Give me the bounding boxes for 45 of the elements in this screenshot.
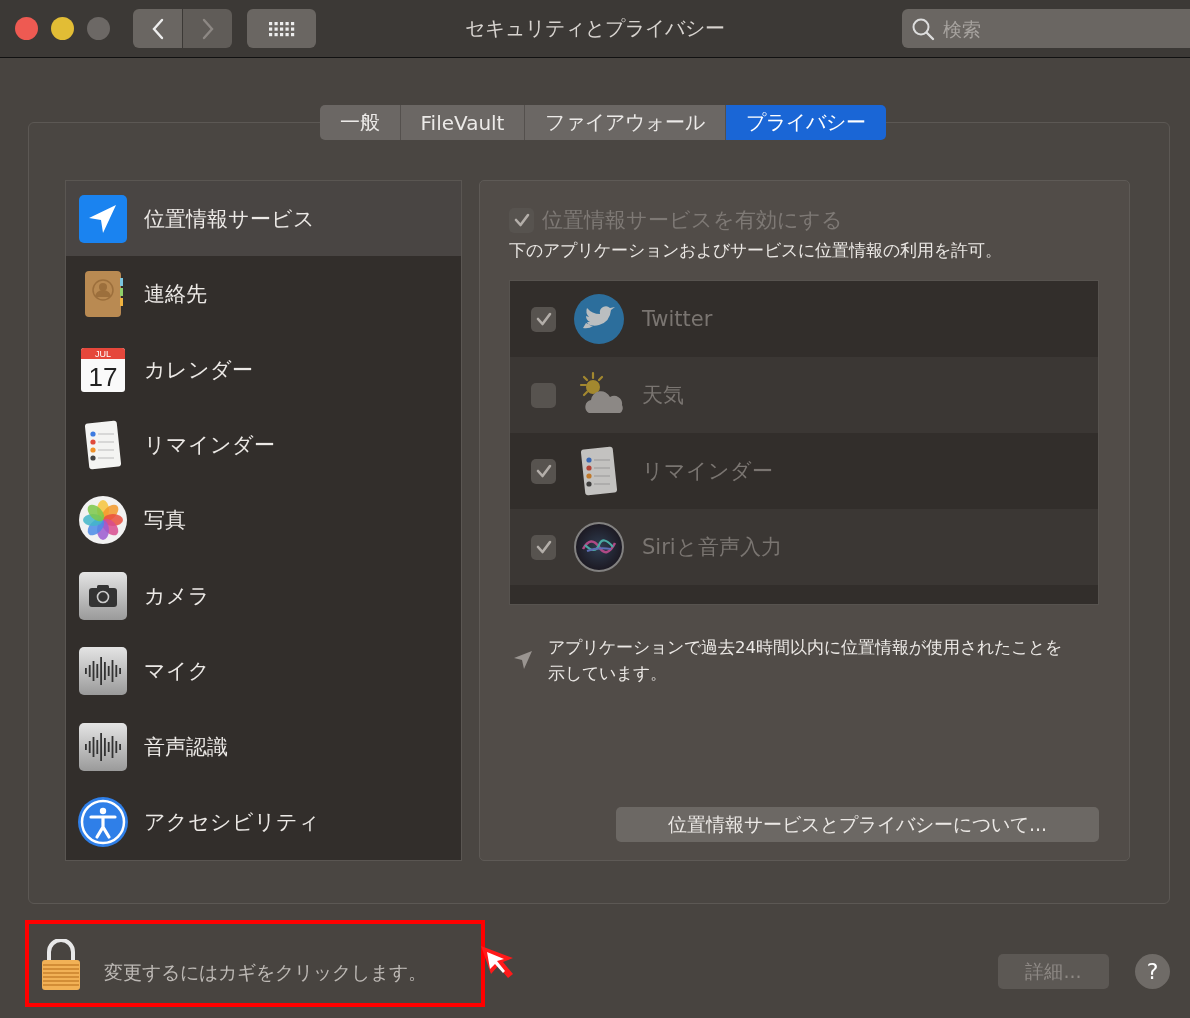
- chevron-left-icon: [150, 17, 165, 40]
- back-button[interactable]: [133, 9, 182, 48]
- app-name: Twitter: [642, 307, 713, 331]
- sidebar-item[interactable]: マイク: [66, 633, 461, 710]
- location-arrow-icon: [512, 649, 534, 671]
- flower-icon: [77, 494, 129, 547]
- tab[interactable]: プライバシー: [726, 105, 887, 140]
- padlock-icon: [40, 939, 82, 991]
- lock-instruction-text: 変更するにはカギをクリックします。: [104, 960, 427, 985]
- tab[interactable]: ファイアウォール: [525, 105, 727, 140]
- note-text: アプリケーションで過去24時間以内に位置情報が使用されたことを示しています。: [548, 637, 1063, 685]
- app-name: 天気: [642, 382, 684, 409]
- tab[interactable]: 一般: [319, 105, 401, 140]
- sidebar-item[interactable]: リマインダー: [66, 407, 461, 483]
- sidebar-item[interactable]: アクセシビリティ: [66, 784, 461, 860]
- chevron-right-icon: [200, 17, 215, 40]
- accessibility-icon: [77, 796, 129, 849]
- search-field[interactable]: 検索: [902, 9, 1190, 48]
- minimize-button[interactable]: [51, 17, 74, 40]
- camera-icon: [77, 569, 129, 622]
- about-button[interactable]: 位置情報サービスとプライバシーについて...: [616, 807, 1099, 842]
- checkmark-icon: [512, 211, 531, 229]
- waveform-icon: [77, 720, 129, 773]
- sidebar-item[interactable]: 位置情報サービス: [66, 181, 461, 257]
- close-button[interactable]: [15, 17, 38, 40]
- sidebar-item[interactable]: 音声認識: [66, 709, 461, 785]
- help-button[interactable]: ?: [1135, 954, 1170, 989]
- window-title: セキュリティとプライバシー: [465, 15, 725, 42]
- app-name: Siriと音声入力: [642, 534, 782, 561]
- show-all-button[interactable]: [247, 9, 316, 48]
- sidebar-item[interactable]: 連絡先: [66, 256, 461, 332]
- sidebar-item[interactable]: 写真: [66, 482, 461, 559]
- checkmark-icon: [534, 462, 553, 480]
- grid-icon: [268, 20, 295, 37]
- waveform-icon: [77, 645, 129, 698]
- tab[interactable]: FileVault: [400, 105, 526, 140]
- search-icon: [911, 17, 935, 41]
- description-text: 下のアプリケーションおよびサービスに位置情報の利用を許可。: [509, 239, 1003, 262]
- orb-icon: [573, 521, 625, 573]
- checkmark-icon: [534, 538, 553, 556]
- app-name: リマインダー: [642, 458, 773, 485]
- bird-icon: [573, 293, 625, 345]
- sidebar-item[interactable]: カメラ: [66, 558, 461, 634]
- sidebar-item[interactable]: JUL 17 カレンダー: [66, 331, 461, 408]
- checkmark-icon: [534, 310, 553, 328]
